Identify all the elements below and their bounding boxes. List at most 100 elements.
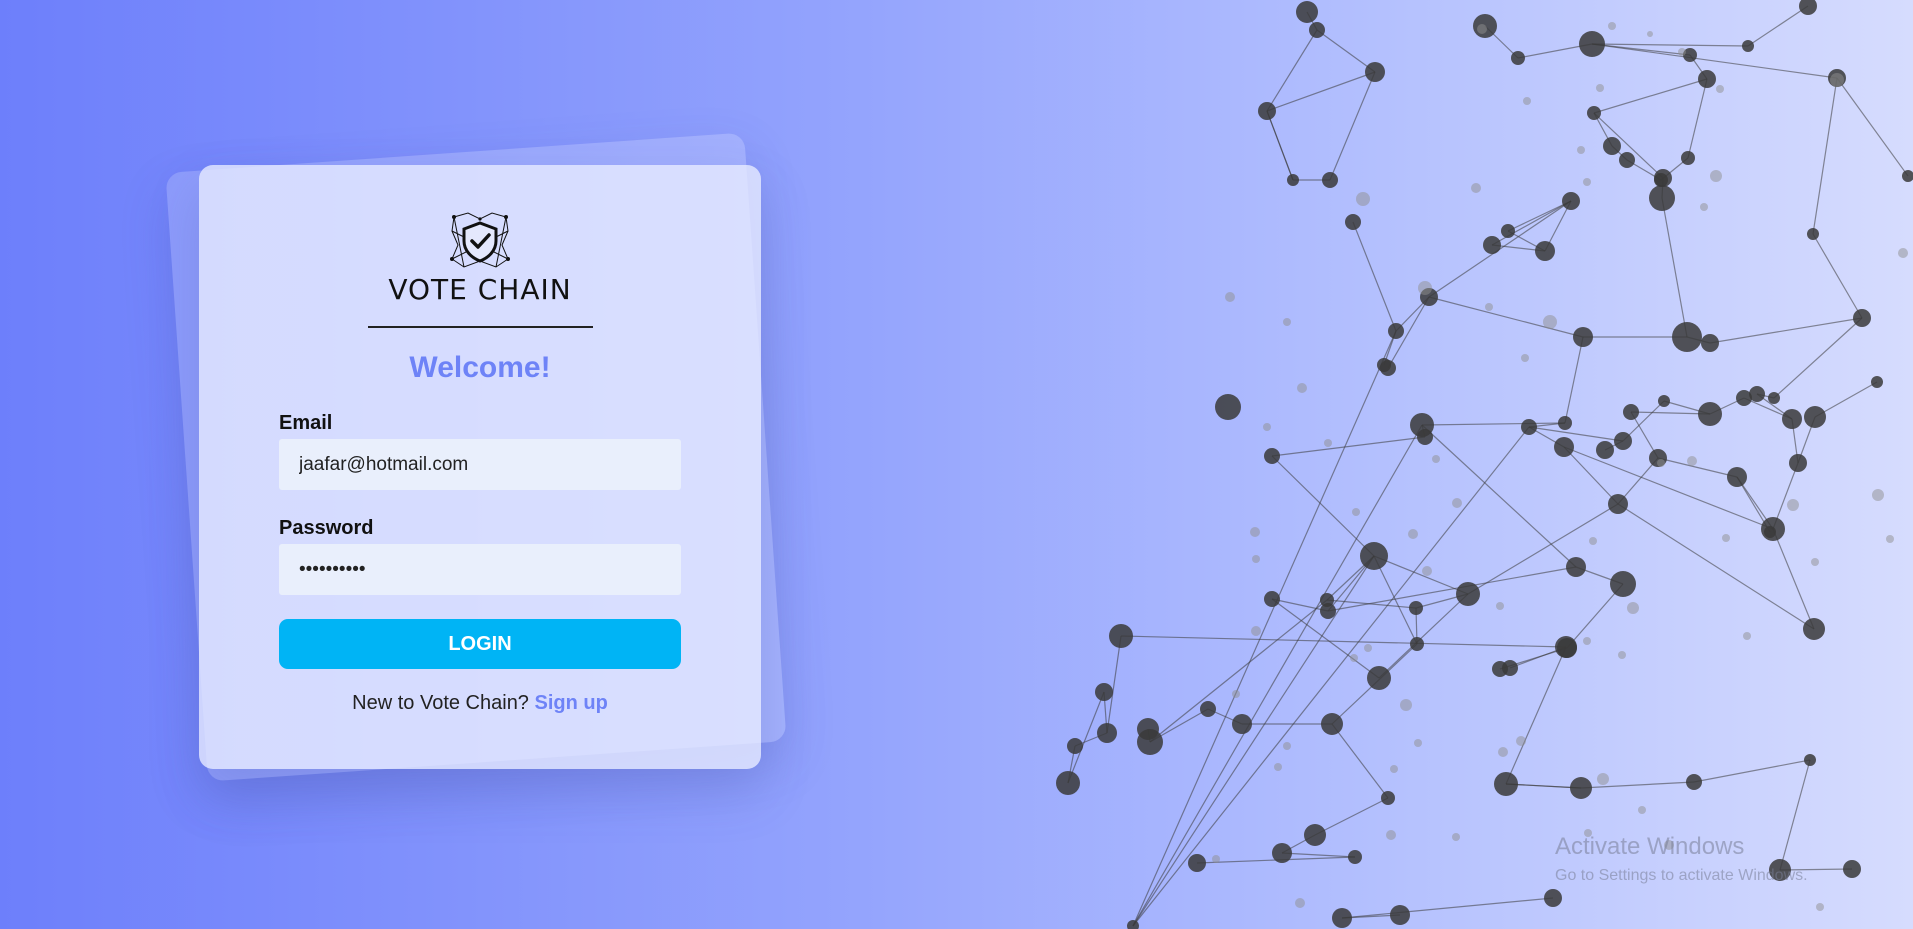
network-dust — [1743, 632, 1751, 640]
network-dust — [1350, 654, 1358, 662]
network-edge — [1657, 457, 1738, 478]
network-node — [1658, 395, 1670, 407]
network-edge — [1266, 71, 1376, 112]
network-dust — [1618, 651, 1626, 659]
network-dust — [1543, 315, 1557, 329]
network-edge — [1120, 635, 1567, 648]
network-dust — [1608, 22, 1616, 30]
network-node — [1610, 571, 1636, 597]
network-dust — [1638, 806, 1646, 814]
network-node — [1410, 637, 1424, 651]
password-label: Password — [279, 517, 374, 539]
network-dust — [1657, 459, 1665, 467]
network-edge — [1617, 503, 1815, 630]
network-dust — [1886, 535, 1894, 543]
network-edge — [1661, 197, 1688, 338]
network-edge — [1316, 29, 1376, 73]
network-node — [1215, 394, 1241, 420]
network-edge — [1563, 446, 1774, 530]
watermark-subtitle: Go to Settings to activate Windows. — [1555, 867, 1808, 884]
network-dust — [1212, 855, 1220, 863]
network-node — [1596, 441, 1614, 459]
network-edge — [1331, 723, 1389, 799]
logo-divider — [368, 326, 593, 328]
signup-link[interactable]: Sign up — [535, 692, 608, 714]
network-dust — [1830, 73, 1844, 87]
signup-prompt: New to Vote Chain? — [352, 692, 529, 714]
network-dust — [1816, 903, 1824, 911]
network-node — [1698, 70, 1716, 88]
network-node — [1562, 192, 1580, 210]
network-node — [1764, 526, 1776, 538]
network-edge — [1132, 330, 1397, 927]
network-node — [1056, 771, 1080, 795]
network-node — [1535, 241, 1555, 261]
brand-logo: VOTE CHAIN — [199, 211, 761, 306]
network-edge — [1421, 422, 1566, 426]
network-dust — [1811, 558, 1819, 566]
network-node — [1409, 601, 1423, 615]
network-dust — [1577, 146, 1585, 154]
network-edge — [1327, 566, 1577, 612]
network-node — [1554, 437, 1574, 457]
network-edge — [1836, 77, 1909, 177]
login-button[interactable]: LOGIN — [279, 619, 681, 669]
brand-name: VOTE CHAIN — [388, 273, 572, 306]
network-node — [1614, 432, 1632, 450]
network-dust — [1496, 602, 1504, 610]
network-node — [1619, 152, 1635, 168]
network-node — [1360, 542, 1388, 570]
network-edge — [1528, 426, 1624, 442]
network-node — [1304, 824, 1326, 846]
network-node — [1727, 467, 1747, 487]
network-node — [1137, 729, 1163, 755]
network-node — [1686, 774, 1702, 790]
network-edge — [1266, 29, 1318, 112]
network-node — [1095, 683, 1113, 701]
network-dust — [1596, 84, 1604, 92]
network-node — [1456, 582, 1480, 606]
network-node — [1494, 772, 1518, 796]
network-node — [1782, 409, 1802, 429]
network-node — [1871, 376, 1883, 388]
network-node — [1843, 860, 1861, 878]
network-edge — [1812, 233, 1863, 319]
network-node — [1521, 419, 1537, 435]
network-dust — [1263, 423, 1271, 431]
network-node — [1264, 591, 1280, 607]
network-node — [1287, 174, 1299, 186]
network-node — [1566, 557, 1586, 577]
network-edge — [1329, 71, 1376, 181]
network-node — [1321, 713, 1343, 735]
network-edge — [1106, 635, 1122, 734]
network-dust — [1898, 248, 1908, 258]
network-node — [1272, 843, 1292, 863]
network-dust — [1452, 498, 1462, 508]
password-field[interactable] — [279, 544, 681, 595]
network-node — [1570, 777, 1592, 799]
email-field[interactable] — [279, 439, 681, 490]
network-edge — [1591, 43, 1749, 47]
network-dust — [1471, 183, 1481, 193]
network-edge — [1132, 555, 1375, 927]
network-dust — [1700, 203, 1708, 211]
network-edge — [1812, 77, 1838, 235]
network-dust — [1516, 736, 1526, 746]
network-dust — [1597, 773, 1609, 785]
network-dust — [1589, 537, 1597, 545]
network-node — [1309, 22, 1325, 38]
network-edge — [1772, 528, 1815, 630]
network-dust — [1872, 489, 1884, 501]
network-dust — [1710, 170, 1722, 182]
network-node — [1768, 392, 1780, 404]
network-node — [1902, 170, 1913, 182]
network-edge — [1467, 503, 1619, 595]
network-dust — [1722, 534, 1730, 542]
network-edge — [1593, 78, 1708, 114]
network-node — [1109, 624, 1133, 648]
network-node — [1608, 494, 1628, 514]
login-card: VOTE CHAIN Welcome! Email Password LOGIN… — [199, 165, 761, 769]
network-node — [1296, 1, 1318, 23]
network-dust — [1252, 555, 1260, 563]
network-dust — [1521, 354, 1529, 362]
